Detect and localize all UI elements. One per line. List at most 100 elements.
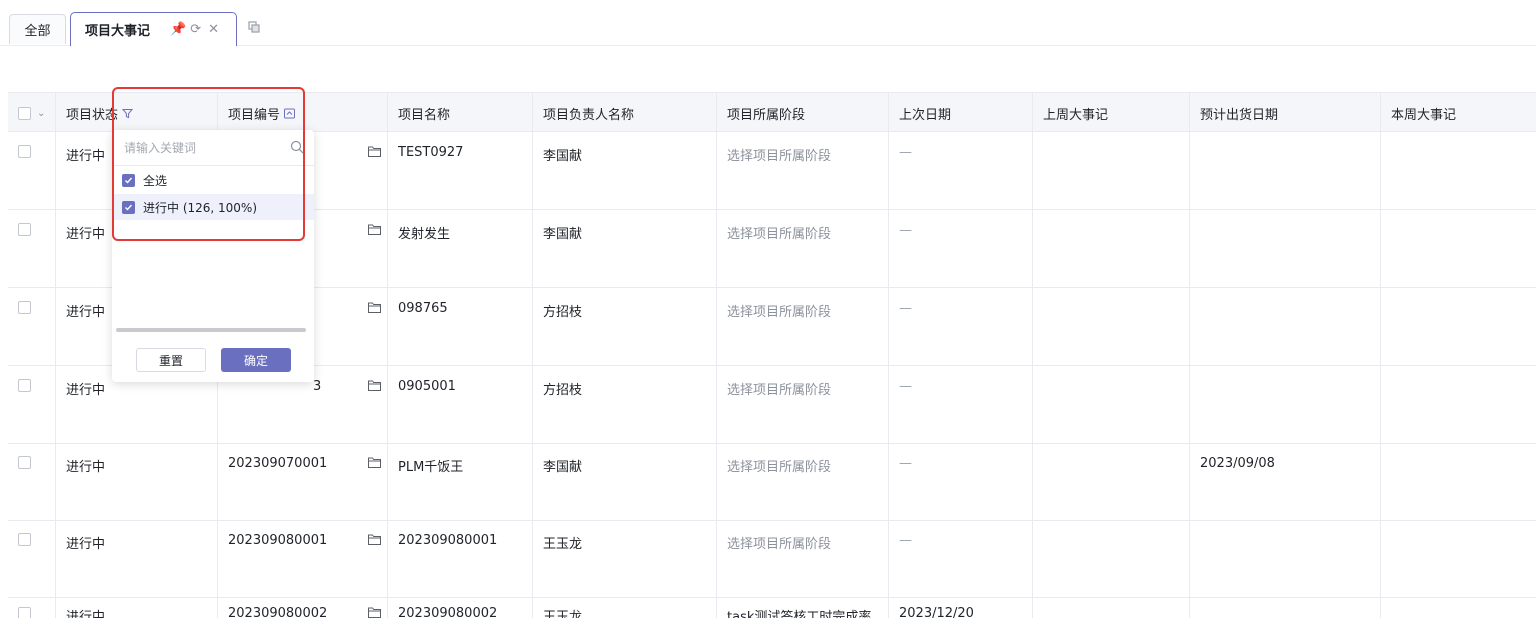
copy-icon[interactable] [248,21,260,33]
code-text: 3 [313,379,322,394]
tab-bar: 全部 项目大事记 📌 ⟳ ✕ [0,0,1536,46]
column-label: 上周大事记 [1043,107,1109,123]
cell-this-week [1381,443,1536,521]
cell-this-week [1381,520,1536,598]
cell-stage[interactable]: 选择项目所属阶段 [717,210,889,288]
cell-stage[interactable]: 选择项目所属阶段 [717,132,889,210]
cell-last-week [1033,443,1190,521]
cell-last-date: — [889,288,1033,366]
column-label: 本周大事记 [1391,107,1457,123]
column-header-last-date[interactable]: 上次日期 [889,93,1033,133]
cell-owner: 方招枝 [533,288,717,366]
column-label: 预计出货日期 [1200,107,1279,123]
code-text: 202309080001 [228,533,328,548]
cell-stage[interactable]: 选择项目所属阶段 [717,520,889,598]
row-checkbox[interactable] [18,456,31,469]
cell-status: 进行中 [56,443,218,521]
row-checkbox[interactable] [18,533,31,546]
refresh-icon[interactable]: ⟳ [190,22,201,37]
cell-stage[interactable]: 选择项目所属阶段 [717,366,889,444]
cell-code: 202309080002 [218,597,388,618]
row-select[interactable] [8,520,56,598]
horizontal-scrollbar[interactable] [116,328,306,332]
cell-name: 0905001 [388,366,533,444]
cell-last-date: — [889,520,1033,598]
column-header-status[interactable]: 项目状态 [56,93,218,133]
select-all-checkbox[interactable] [18,106,31,120]
cell-ship-date: 2023/09/08 [1190,443,1381,521]
code-text: 202309070001 [228,456,328,471]
filter-option-select-all[interactable]: 全选 [112,167,314,193]
row-checkbox[interactable] [18,379,31,392]
row-select[interactable] [8,443,56,521]
row-select[interactable] [8,132,56,210]
column-header-last-week[interactable]: 上周大事记 [1033,93,1190,133]
cell-ship-date [1190,210,1381,288]
table-row[interactable]: 进行中 202309080002 202309080002 王玉龙 task测试… [8,597,1536,618]
column-header-owner[interactable]: 项目负责人名称 [533,93,717,133]
header-select-all[interactable]: ⌄ [8,93,56,133]
cell-ship-date [1190,520,1381,598]
row-select[interactable] [8,288,56,366]
status-filter-popover: 全选 进行中 (126, 100%) 重置 确定 [112,130,314,382]
cell-last-week [1033,132,1190,210]
folder-icon[interactable] [368,380,381,391]
cell-name: PLM千饭王 [388,443,533,521]
cell-stage[interactable]: 选择项目所属阶段 [717,288,889,366]
cell-stage[interactable]: task测试答核工时完成率 [717,597,889,618]
checkbox-checked-icon[interactable] [122,200,135,214]
search-icon[interactable] [290,140,304,154]
table-row[interactable]: 进行中 202309070001 PLM千饭王 李国献 选择项目所属阶段 — 2… [8,443,1536,521]
column-label: 上次日期 [899,107,952,123]
folder-icon[interactable] [368,534,381,545]
row-checkbox[interactable] [18,301,31,314]
row-checkbox[interactable] [18,607,31,618]
cell-status: 进行中 [56,520,218,598]
reset-button[interactable]: 重置 [136,348,206,372]
folder-icon[interactable] [368,302,381,313]
cell-name: 202309080002 [388,597,533,618]
row-checkbox[interactable] [18,223,31,236]
tab-all[interactable]: 全部 [9,14,66,44]
column-header-name[interactable]: 项目名称 [388,93,533,133]
column-header-code[interactable]: 项目编号 [218,93,388,133]
row-checkbox[interactable] [18,145,31,158]
folder-icon[interactable] [368,457,381,468]
cell-last-week [1033,210,1190,288]
cell-owner: 王玉龙 [533,520,717,598]
column-label: 项目所属阶段 [727,107,806,123]
cell-this-week [1381,366,1536,444]
sort-icon[interactable] [284,108,296,119]
checkbox-checked-icon[interactable] [122,173,135,187]
column-header-this-week[interactable]: 本周大事记 [1381,93,1536,133]
cell-this-week [1381,210,1536,288]
column-header-ship-date[interactable]: 预计出货日期 [1190,93,1381,133]
cell-last-week [1033,520,1190,598]
table-row[interactable]: 进行中 202309080001 202309080001 王玉龙 选择项目所属… [8,520,1536,598]
cell-last-date: — [889,443,1033,521]
cell-last-date: — [889,132,1033,210]
column-header-stage[interactable]: 项目所属阶段 [717,93,889,133]
row-select[interactable] [8,210,56,288]
folder-icon[interactable] [368,146,381,157]
cell-last-week [1033,288,1190,366]
folder-icon[interactable] [368,607,381,618]
filter-option-in-progress[interactable]: 进行中 (126, 100%) [112,194,314,220]
column-label: 项目编号 [228,107,281,123]
row-select[interactable] [8,597,56,618]
close-icon[interactable]: ✕ [208,22,219,37]
cell-name: 202309080001 [388,520,533,598]
cell-stage[interactable]: 选择项目所属阶段 [717,443,889,521]
filter-search-input[interactable] [124,140,284,155]
filter-icon[interactable] [122,108,134,119]
cell-this-week [1381,132,1536,210]
filter-search [112,130,314,166]
pin-icon[interactable]: 📌 [170,22,186,37]
tab-project-events[interactable]: 项目大事记 📌 ⟳ ✕ [70,12,237,46]
chevron-down-icon[interactable]: ⌄ [37,108,45,119]
option-label: 进行中 (126, 100%) [143,200,258,215]
cell-status: 进行中 [56,597,218,618]
folder-icon[interactable] [368,224,381,235]
confirm-button[interactable]: 确定 [221,348,291,372]
row-select[interactable] [8,366,56,444]
